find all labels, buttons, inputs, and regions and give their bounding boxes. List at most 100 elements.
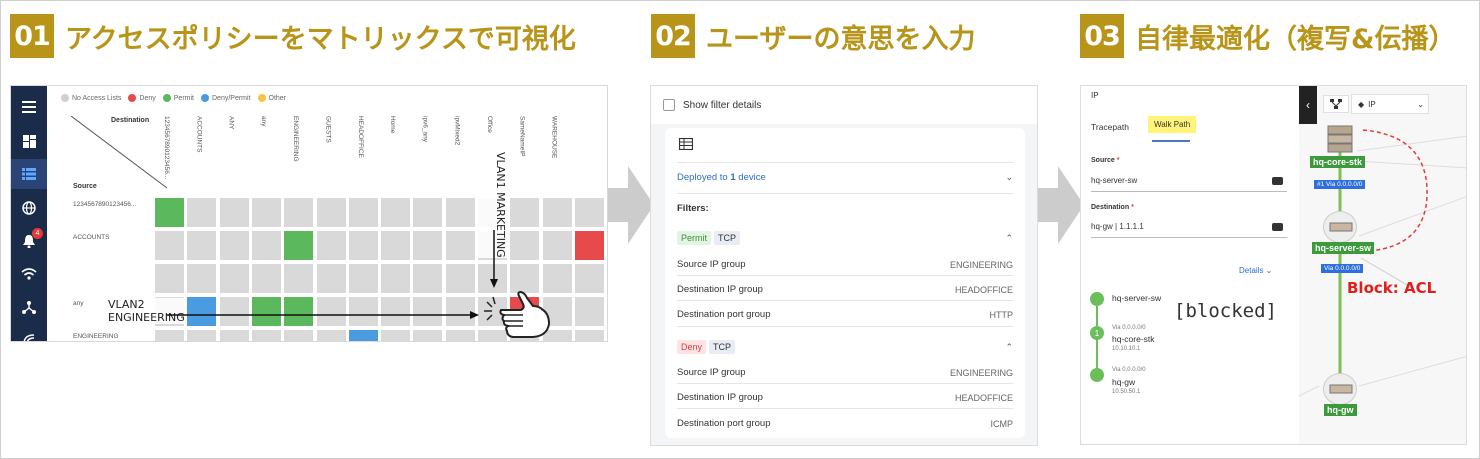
menu-icon[interactable]	[11, 92, 47, 122]
next-step-arrow-2	[1036, 166, 1084, 244]
field-label: Source IP group	[677, 259, 746, 270]
destination-label: Destination *	[1091, 204, 1134, 211]
chevron-up-icon[interactable]: ⌃	[1005, 342, 1013, 353]
required-mark: *	[1116, 157, 1120, 164]
chevron-up-icon[interactable]: ⌃	[1005, 233, 1013, 244]
divider	[677, 408, 1013, 409]
hop-badge: 1	[1090, 326, 1104, 340]
divider	[677, 383, 1013, 384]
hand-pointer-icon	[484, 290, 551, 338]
hop-via: Via 0.0.0.0/0	[1112, 367, 1146, 373]
layers-icon: ◆	[1358, 99, 1365, 109]
rule-header-permit[interactable]: Permit TCP ⌃	[677, 231, 1013, 245]
protocol-tag: TCP	[714, 231, 741, 245]
deployed-text: Deployed to 1 device	[677, 172, 766, 183]
filters-label: Filters:	[677, 203, 709, 214]
source-label: Source *	[1091, 157, 1119, 164]
dashboard-icon[interactable]	[11, 126, 47, 156]
gateway-icon[interactable]	[1323, 373, 1357, 405]
blocked-annotation: [blocked]	[1174, 300, 1277, 322]
filter-details-panel: Show filter details Deployed to 1 device…	[650, 85, 1038, 446]
topology-tool-icon[interactable]	[1323, 95, 1349, 113]
permit-tag: Permit	[677, 231, 712, 245]
field-label: Destination IP group	[677, 284, 763, 295]
collapse-panel-button[interactable]: ‹	[1299, 86, 1317, 124]
divider	[677, 326, 1013, 327]
deployed-row[interactable]: Deployed to 1 device ⌄	[677, 172, 1013, 183]
filter-card: Deployed to 1 device ⌄ Filters: Permit TC…	[665, 128, 1025, 438]
server-via-label: Via 0.0.0.0/0	[1321, 264, 1364, 273]
chevron-down-icon[interactable]: ⌄	[1005, 172, 1013, 183]
show-filter-details-row[interactable]: Show filter details	[651, 86, 1037, 124]
required-mark: *	[1131, 204, 1134, 211]
next-step-arrow-1	[606, 166, 654, 244]
rule-tags: Permit TCP	[677, 231, 743, 245]
step-header-2: 02 ユーザーの意思を入力	[651, 12, 975, 60]
signal-icon[interactable]	[11, 324, 47, 341]
rule-field-row: Destination IP group HEADOFFICE	[677, 284, 1013, 295]
field-label: Destination IP group	[677, 392, 763, 403]
field-value: ENGINEERING	[949, 259, 1013, 270]
ip-select[interactable]: ◆ IP ⌄	[1351, 94, 1429, 114]
step-number: 03	[1080, 14, 1124, 58]
wifi-icon[interactable]	[11, 259, 47, 289]
hop-ip: 10.10.10.1	[1112, 346, 1141, 352]
divider	[677, 193, 1013, 194]
walk-path-panel: IP Tracepath Walk Path Source * hq-serve…	[1080, 85, 1467, 445]
policy-matrix-panel: 4 No Access Lists Deny Permit Deny/Permi…	[10, 85, 608, 342]
step-title: アクセスポリシーをマトリックスで可視化	[65, 23, 576, 55]
list-icon[interactable]	[11, 159, 47, 189]
hop-node	[1090, 292, 1104, 306]
hop-name: hq-gw	[1112, 377, 1136, 387]
matrix-main: No Access Lists Deny Permit Deny/Permit …	[47, 86, 607, 341]
switch-stack-icon[interactable]	[1326, 124, 1354, 154]
source-value: hq-server-sw	[1091, 176, 1138, 185]
hop-name: hq-core-stk	[1112, 334, 1155, 344]
chevron-down-icon: ⌄	[1417, 99, 1424, 109]
step-header-3: 03 自律最適化（複写&伝播）	[1080, 12, 1456, 60]
deployed-count: 1	[730, 172, 736, 183]
rule-field-row: Destination port group ICMP	[677, 418, 1013, 429]
divider	[677, 300, 1013, 301]
divider	[677, 275, 1013, 276]
hop-node	[1090, 368, 1104, 382]
core-node-label: hq-core-stk	[1310, 156, 1366, 168]
topology-icon[interactable]	[11, 292, 47, 322]
server-node-label: hq-server-sw	[1312, 242, 1375, 254]
clear-icon[interactable]	[1272, 222, 1283, 231]
destination-input[interactable]: hq-gw | 1.1.1.1	[1091, 216, 1287, 238]
globe-icon[interactable]	[11, 193, 47, 223]
step-title: 自律最適化（複写&伝播）	[1135, 23, 1456, 55]
divider	[677, 162, 1013, 163]
protocol-tag: TCP	[709, 340, 736, 354]
rule-tags: Deny TCP	[677, 340, 738, 354]
field-value: ENGINEERING	[949, 367, 1013, 378]
field-value: HEADOFFICE	[954, 284, 1013, 295]
step-header-1: 01 アクセスポリシーをマトリックスで可視化	[10, 12, 576, 60]
hop-ip: 10.50.50.1	[1112, 389, 1141, 395]
hop-via: Via 0.0.0.0/0	[1112, 325, 1146, 331]
active-tab-indicator	[1152, 140, 1190, 142]
source-label-text: Source	[1091, 157, 1115, 164]
destination-label-text: Destination	[1091, 204, 1130, 211]
field-label: Source IP group	[677, 367, 746, 378]
rule-field-row: Destination port group HTTP	[677, 309, 1013, 320]
deny-tag: Deny	[677, 340, 707, 354]
details-link[interactable]: Details ⌄	[1239, 266, 1272, 275]
core-via-label: #1 Via 0.0.0.0/0	[1314, 180, 1366, 189]
server-switch-icon[interactable]	[1323, 211, 1357, 243]
filters-heading: Filters:	[677, 203, 1013, 214]
panel-header: IP	[1091, 91, 1099, 100]
tab-walk-path[interactable]: Walk Path	[1148, 116, 1197, 133]
source-input[interactable]: hq-server-sw	[1091, 170, 1287, 192]
rule-field-row: Source IP group ENGINEERING	[677, 259, 1013, 270]
rule-header-deny[interactable]: Deny TCP ⌃	[677, 340, 1013, 354]
tab-tracepath[interactable]: Tracepath	[1091, 122, 1129, 132]
alert-icon[interactable]: 4	[11, 226, 47, 256]
hop-name: hq-server-sw	[1112, 293, 1162, 303]
rule-field-row: Source IP group ENGINEERING	[677, 367, 1013, 378]
deployed-prefix: Deployed to	[677, 172, 728, 183]
step-title: ユーザーの意思を入力	[706, 23, 976, 55]
clear-icon[interactable]	[1272, 176, 1283, 185]
show-filter-details-checkbox[interactable]	[663, 99, 675, 111]
